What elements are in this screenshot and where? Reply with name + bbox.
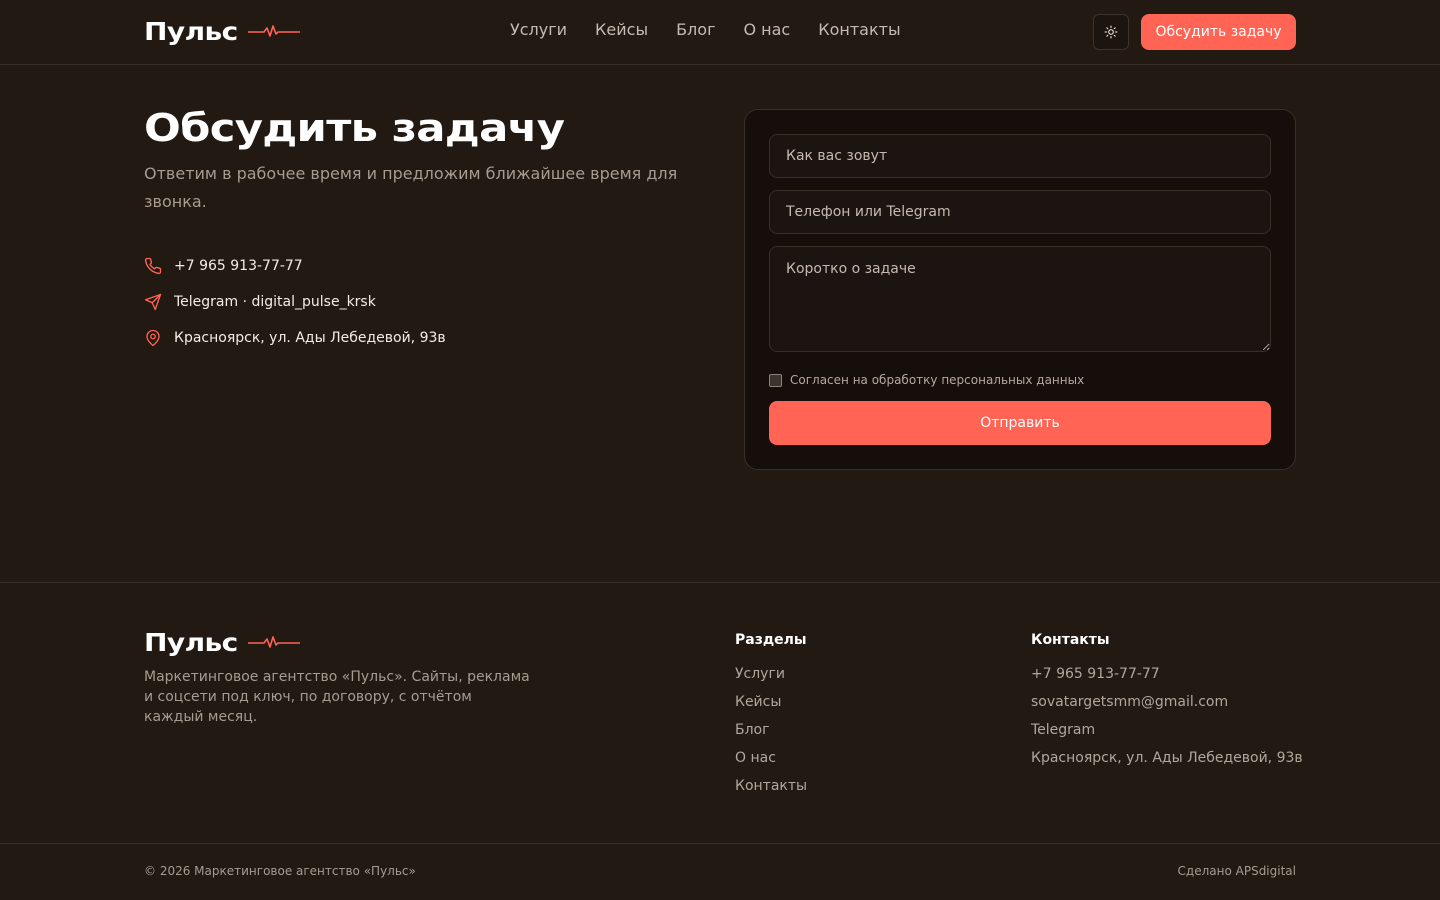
footer-link-cases[interactable]: Кейсы — [735, 688, 807, 716]
phone-icon — [144, 257, 162, 275]
footer-sections: Разделы Услуги Кейсы Блог О нас Контакты — [735, 632, 807, 800]
consent-label: Согласен на обработку персональных данны… — [790, 373, 1085, 387]
header-logo[interactable]: Пульс — [144, 17, 300, 46]
footer-link-about[interactable]: О нас — [735, 744, 807, 772]
sun-icon — [1104, 25, 1118, 39]
contact-address: Красноярск, ул. Ады Лебедевой, 93в — [144, 320, 446, 356]
nav-item-blog[interactable]: Блог — [676, 20, 715, 39]
telegram-icon — [144, 293, 162, 311]
footer-phone-link[interactable]: +7 965 913-77-77 — [1031, 660, 1303, 688]
page-title: Обсудить задачу — [144, 106, 565, 150]
footer-telegram-link[interactable]: Telegram — [1031, 716, 1303, 744]
logo-text: Пульс — [144, 17, 238, 46]
submit-button[interactable]: Отправить — [769, 401, 1271, 445]
footer-address: Красноярск, ул. Ады Лебедевой, 93в — [1031, 750, 1303, 766]
footer-link-services[interactable]: Услуги — [735, 660, 807, 688]
footer-divider — [0, 582, 1440, 583]
pulse-line-icon — [247, 635, 300, 648]
page-subtitle: Ответим в рабочее время и предложим ближ… — [144, 164, 678, 211]
footer-contacts-title: Контакты — [1031, 632, 1110, 648]
bottom-divider — [0, 843, 1440, 844]
contact-list: +7 965 913-77-77 Telegram · digital_puls… — [144, 248, 446, 356]
contact-form: Согласен на обработку персональных данны… — [744, 109, 1296, 470]
main-nav: Услуги Кейсы Блог О нас Контакты — [510, 20, 929, 39]
made-by-link[interactable]: Сделано APSdigital — [1178, 864, 1296, 878]
contact-phone-text: +7 965 913-77-77 — [174, 258, 303, 274]
contact-telegram-text: Telegram · digital_pulse_krsk — [174, 294, 376, 310]
footer-link-contacts[interactable]: Контакты — [735, 772, 807, 800]
nav-item-about[interactable]: О нас — [743, 20, 790, 39]
footer-email-link[interactable]: sovatargetsmm@gmail.com — [1031, 688, 1303, 716]
theme-toggle-button[interactable] — [1093, 14, 1129, 50]
pulse-line-icon — [247, 24, 300, 37]
consent-checkbox[interactable] — [769, 373, 782, 387]
contact-phone[interactable]: +7 965 913-77-77 — [144, 248, 446, 284]
consent-row[interactable]: Согласен на обработку персональных данны… — [769, 373, 1084, 387]
name-input[interactable] — [769, 134, 1271, 178]
copyright: © 2026 Маркетинговое агентство «Пульс» — [144, 864, 416, 878]
contact-telegram[interactable]: Telegram · digital_pulse_krsk — [144, 284, 446, 320]
phone-telegram-input[interactable] — [769, 190, 1271, 234]
footer-contacts: Контакты +7 965 913-77-77 sovatargetsmm@… — [1031, 632, 1303, 772]
location-pin-icon — [144, 329, 162, 347]
nav-item-contacts[interactable]: Контакты — [818, 20, 900, 39]
task-textarea[interactable] — [769, 246, 1271, 352]
site-header: Пульс Услуги Кейсы Блог О нас Контакты О… — [0, 0, 1440, 65]
footer-sections-title: Разделы — [735, 632, 807, 648]
footer-link-blog[interactable]: Блог — [735, 716, 807, 744]
footer-logo-text: Пульс — [144, 628, 238, 657]
footer-logo[interactable]: Пульс — [144, 628, 300, 657]
footer-description: Маркетинговое агентство «Пульс». Сайты, … — [144, 669, 530, 725]
discuss-task-button[interactable]: Обсудить задачу — [1141, 14, 1296, 50]
nav-item-cases[interactable]: Кейсы — [595, 20, 648, 39]
contact-address-text: Красноярск, ул. Ады Лебедевой, 93в — [174, 330, 446, 346]
nav-item-services[interactable]: Услуги — [510, 20, 567, 39]
